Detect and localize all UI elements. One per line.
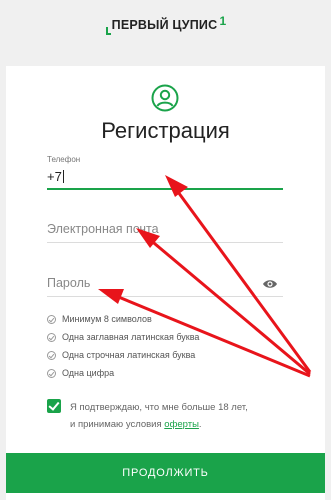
offer-link[interactable]: оферты <box>164 419 199 430</box>
check-icon <box>47 314 56 324</box>
phone-value: +7 <box>47 169 62 184</box>
text-caret <box>62 170 64 183</box>
continue-button[interactable]: ПРОДОЛЖИТЬ <box>6 453 325 493</box>
check-icon <box>47 332 56 342</box>
eye-icon[interactable] <box>262 278 278 290</box>
logo-text: ПЕРВЫЙ ЦУПИС <box>111 18 218 32</box>
user-circle-icon <box>151 84 179 112</box>
phone-label: Телефон <box>47 155 81 164</box>
agreement-line-2: и принимаю условия оферты. <box>70 419 202 430</box>
check-icon <box>47 368 56 378</box>
phone-input-underline <box>47 188 283 190</box>
requirement-item: Одна цифра <box>47 368 114 378</box>
agreement-text: Я подтверждаю, что мне больше 18 лет, и … <box>70 399 290 433</box>
brand-logo[interactable]: ПЕРВЫЙ ЦУПИС 1 <box>105 12 227 38</box>
password-field[interactable]: Пароль <box>47 276 90 290</box>
age-agreement-checkbox[interactable] <box>47 399 61 413</box>
header: ПЕРВЫЙ ЦУПИС 1 <box>0 12 331 48</box>
requirement-item: Одна строчная латинская буква <box>47 350 195 360</box>
email-field[interactable]: Электронная почта <box>47 222 159 236</box>
requirement-item: Одна заглавная латинская буква <box>47 332 199 342</box>
phone-input[interactable]: +7 <box>47 169 64 184</box>
page-title: Регистрация <box>101 118 230 143</box>
logo-corner-mark <box>105 27 111 35</box>
logo-superscript: 1 <box>219 14 227 28</box>
check-icon <box>47 350 56 360</box>
requirement-item: Минимум 8 символов <box>47 314 152 324</box>
password-underline <box>47 296 283 297</box>
agreement-line-1: Я подтверждаю, что мне больше 18 лет, <box>70 402 248 413</box>
email-underline <box>47 242 283 243</box>
